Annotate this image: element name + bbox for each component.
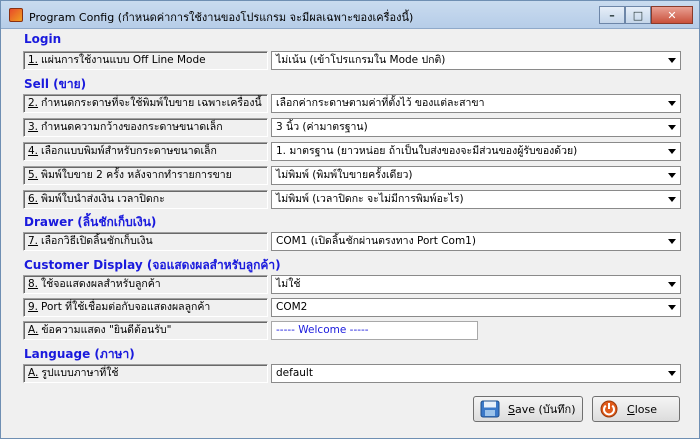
select-value: ไม่พิมพ์ (พิมพ์ใบขายครั้งเดียว) <box>276 169 413 181</box>
chevron-down-icon[interactable] <box>668 58 676 63</box>
config-panel: Login 1. แผ่นการใช้งานแบบ Off Line Mode ไ… <box>8 30 693 432</box>
select-value: COM1 (เปิดลิ้นชักผ่านตรงทาง Port Com1) <box>276 235 476 247</box>
close-icon[interactable]: ✕ <box>651 6 693 24</box>
welcome-msg-input[interactable]: ----- Welcome ----- <box>271 321 478 340</box>
select-value: COM2 <box>276 301 308 313</box>
sell-paper-select[interactable]: เลือกค่ากระดาษตามค่าที่ตั้งไว้ ของแต่ละส… <box>271 94 681 113</box>
title-bar[interactable]: Program Config (กำหนดค่าการใช้งานของโปรแ… <box>1 1 699 29</box>
save-button[interactable]: Save (บันทึก) <box>473 396 583 422</box>
row-label-text: แผ่นการใช้งานแบบ Off Line Mode <box>41 54 206 66</box>
close-button[interactable]: Close <box>592 396 680 422</box>
window-controls: – □ ✕ <box>599 6 693 24</box>
row-label-text: ข้อความแสดง "ยินดีต้อนรับ" <box>41 324 172 336</box>
paper-width-label: 3. กำหนดความกว้างของกระดาษขนาดเล็ก <box>23 118 268 137</box>
row-number: 8. <box>28 278 39 290</box>
section-drawer: Drawer (ลิ้นชักเก็บเงิน) <box>24 215 157 229</box>
language-select[interactable]: default <box>271 364 681 383</box>
section-language: Language (ภาษา) <box>24 347 135 361</box>
print-format-select[interactable]: 1. มาตรฐาน (ยาวหน่อย ถ้าเป็นใบส่งของจะมี… <box>271 142 681 161</box>
chevron-down-icon[interactable] <box>668 101 676 106</box>
row-number: 6. <box>28 193 39 205</box>
row-number: 3. <box>28 121 39 133</box>
row-label-text: Port ที่ใช้เชื่อมต่อกับจอแสดงผลลูกค้า <box>41 301 211 313</box>
print-format-label: 4. เลือกแบบพิมพ์สำหรับกระดาษขนาดเล็ก <box>23 142 268 161</box>
power-icon <box>600 400 618 418</box>
maximize-icon[interactable]: □ <box>625 6 651 24</box>
row-number: 1. <box>28 54 39 66</box>
row-number: 4. <box>28 145 39 157</box>
row-label-text: รูปแบบภาษาที่ใช้ <box>41 367 119 379</box>
chevron-down-icon[interactable] <box>668 239 676 244</box>
select-value: 1. มาตรฐาน (ยาวหน่อย ถ้าเป็นใบส่งของจะมี… <box>276 145 578 157</box>
row-number: 2. <box>28 97 39 109</box>
chevron-down-icon[interactable] <box>668 149 676 154</box>
paper-width-select[interactable]: 3 นิ้ว (ค่ามาตรฐาน) <box>271 118 681 137</box>
save-disk-icon <box>480 400 500 418</box>
row-number: A. <box>28 324 39 336</box>
row-number: 5. <box>28 169 39 181</box>
drawer-open-select[interactable]: COM1 (เปิดลิ้นชักผ่านตรงทาง Port Com1) <box>271 232 681 251</box>
select-value: ไม่เน้น (เข้าโปรแกรมใน Mode ปกติ) <box>276 54 446 66</box>
language-label: A. รูปแบบภาษาที่ใช้ <box>23 364 268 383</box>
row-label-text: พิมพ์ใบขาย 2 ครั้ง หลังจากทำรายการขาย <box>41 169 232 181</box>
section-customer-display: Customer Display (จอแสดงผลสำหรับลูกค้า) <box>24 258 281 272</box>
print-delivery-label: 6. พิมพ์ใบนำส่งเงิน เวลาปิดกะ <box>23 190 268 209</box>
row-number: 7. <box>28 235 39 247</box>
row-label-text: เลือกวิธีเปิดลิ้นชักเก็บเงิน <box>41 235 153 247</box>
welcome-msg-label: A. ข้อความแสดง "ยินดีต้อนรับ" <box>23 321 268 340</box>
select-value: ไม่ใช้ <box>276 278 301 290</box>
row-label-text: พิมพ์ใบนำส่งเงิน เวลาปิดกะ <box>41 193 165 205</box>
select-value: ไม่พิมพ์ (เวลาปิดกะ จะไม่มีการพิมพ์อะไร) <box>276 193 464 205</box>
chevron-down-icon[interactable] <box>668 125 676 130</box>
chevron-down-icon[interactable] <box>668 197 676 202</box>
select-value: เลือกค่ากระดาษตามค่าที่ตั้งไว้ ของแต่ละส… <box>276 97 485 109</box>
row-number: A. <box>28 367 39 379</box>
row-label-text: กำหนดความกว้างของกระดาษขนาดเล็ก <box>41 121 223 133</box>
offline-mode-label: 1. แผ่นการใช้งานแบบ Off Line Mode <box>23 51 268 70</box>
minimize-icon[interactable]: – <box>599 6 625 24</box>
chevron-down-icon[interactable] <box>668 305 676 310</box>
section-login: Login <box>24 32 62 46</box>
sell-paper-label: 2. กำหนดกระดาษที่จะใช้พิมพ์ใบขาย เฉพาะเคร… <box>23 94 268 113</box>
chevron-down-icon[interactable] <box>668 173 676 178</box>
row-label-text: เลือกแบบพิมพ์สำหรับกระดาษขนาดเล็ก <box>41 145 217 157</box>
use-display-select[interactable]: ไม่ใช้ <box>271 275 681 294</box>
close-button-label: Close <box>627 402 657 416</box>
program-config-window: Program Config (กำหนดค่าการใช้งานของโปรแ… <box>0 0 700 439</box>
row-label-text: ใช้จอแสดงผลสำหรับลูกค้า <box>41 278 161 290</box>
save-button-label: Save (บันทึก) <box>508 403 576 416</box>
window-title: Program Config (กำหนดค่าการใช้งานของโปรแ… <box>29 11 414 24</box>
drawer-open-label: 7. เลือกวิธีเปิดลิ้นชักเก็บเงิน <box>23 232 268 251</box>
select-value: 3 นิ้ว (ค่ามาตรฐาน) <box>276 121 368 133</box>
row-number: 9. <box>28 301 39 313</box>
print-twice-select[interactable]: ไม่พิมพ์ (พิมพ์ใบขายครั้งเดียว) <box>271 166 681 185</box>
chevron-down-icon[interactable] <box>668 371 676 376</box>
use-display-label: 8. ใช้จอแสดงผลสำหรับลูกค้า <box>23 275 268 294</box>
section-sell: Sell (ขาย) <box>24 77 87 91</box>
chevron-down-icon[interactable] <box>668 282 676 287</box>
select-value: default <box>276 367 313 379</box>
display-port-label: 9. Port ที่ใช้เชื่อมต่อกับจอแสดงผลลูกค้า <box>23 298 268 317</box>
app-icon <box>9 8 23 22</box>
print-twice-label: 5. พิมพ์ใบขาย 2 ครั้ง หลังจากทำรายการขาย <box>23 166 268 185</box>
row-label-text: กำหนดกระดาษที่จะใช้พิมพ์ใบขาย เฉพาะเครื่… <box>41 97 262 109</box>
offline-mode-select[interactable]: ไม่เน้น (เข้าโปรแกรมใน Mode ปกติ) <box>271 51 681 70</box>
print-delivery-select[interactable]: ไม่พิมพ์ (เวลาปิดกะ จะไม่มีการพิมพ์อะไร) <box>271 190 681 209</box>
display-port-select[interactable]: COM2 <box>271 298 681 317</box>
